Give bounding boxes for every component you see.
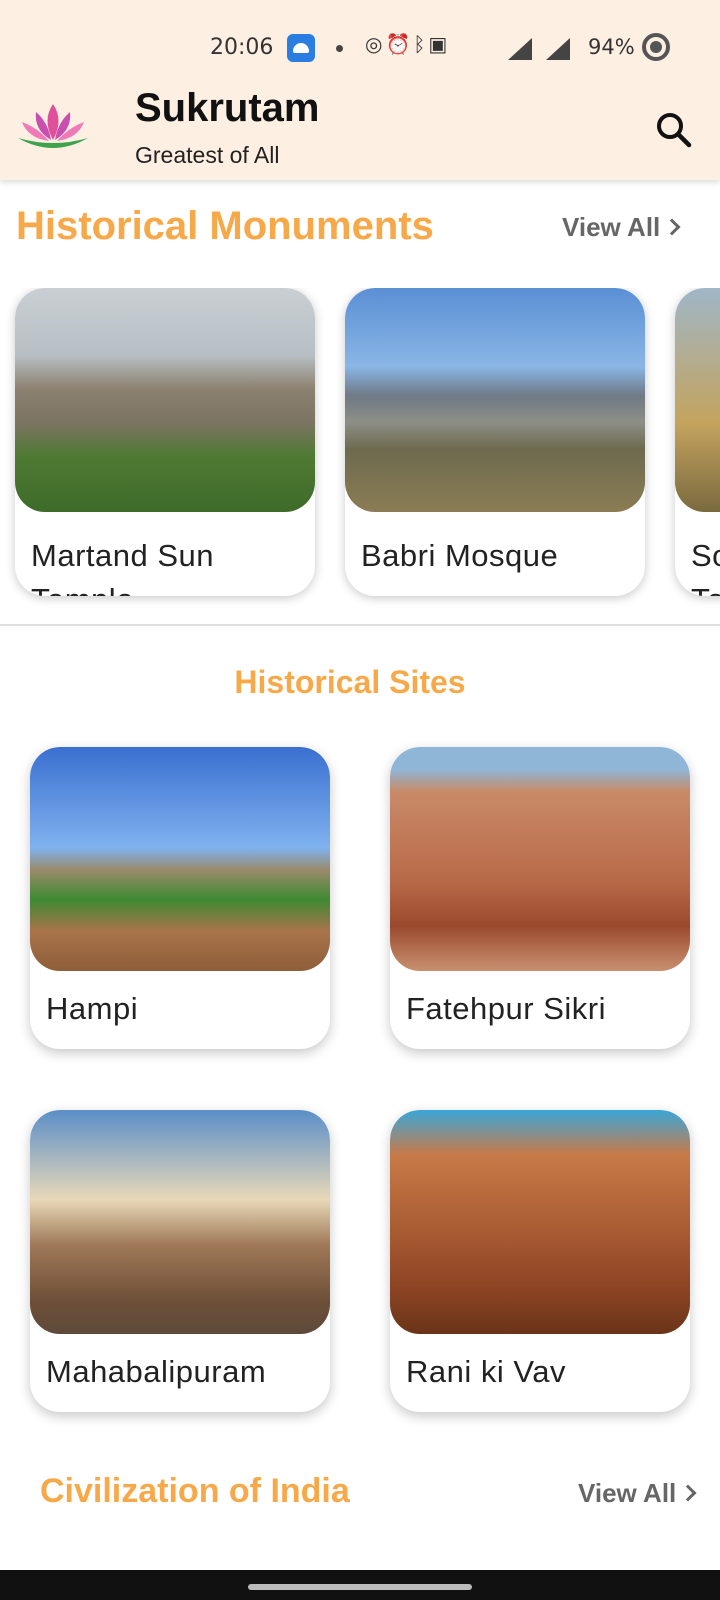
third-monument-photo xyxy=(675,288,720,512)
system-icons: ◎⏰ᛒ▣ xyxy=(365,32,450,56)
civilization-title: Civilization of India xyxy=(40,1472,350,1510)
alarm-icon: ⏰ xyxy=(385,32,414,56)
rani-ki-vav-photo xyxy=(390,1110,690,1334)
site-card[interactable]: Mahabalipuram xyxy=(30,1110,330,1412)
babri-mosque-photo xyxy=(345,288,645,512)
site-name: Fatehpur Sikri xyxy=(406,991,606,1026)
monuments-view-all-button[interactable]: View All xyxy=(562,212,681,243)
monument-card[interactable]: So Te xyxy=(675,288,720,596)
battery-icon xyxy=(642,33,670,61)
home-gesture-handle[interactable] xyxy=(248,1584,472,1590)
app-notification-icon xyxy=(287,34,315,62)
site-name: Mahabalipuram xyxy=(46,1354,267,1389)
site-card[interactable]: Hampi xyxy=(30,747,330,1049)
app-bar: Sukrutam Greatest of All xyxy=(0,80,720,180)
section-divider xyxy=(0,624,720,626)
site-card[interactable]: Fatehpur Sikri xyxy=(390,747,690,1049)
site-name: Hampi xyxy=(46,991,139,1026)
app-title: Sukrutam xyxy=(135,86,320,130)
monument-name: Martand Sun Temple xyxy=(31,538,214,596)
battery-percent: 94% xyxy=(588,35,635,59)
dot-icon xyxy=(336,45,343,52)
monuments-header: Historical Monuments View All xyxy=(0,200,720,260)
system-nav-bar xyxy=(0,1570,720,1600)
monument-card[interactable]: Babri Mosque xyxy=(345,288,645,596)
search-icon[interactable] xyxy=(652,108,696,152)
app-subtitle: Greatest of All xyxy=(135,142,280,168)
martand-sun-temple-photo xyxy=(15,288,315,512)
5g-signal-icon xyxy=(508,38,532,60)
sites-title: Historical Sites xyxy=(234,664,466,700)
top-bar: 20:06 ◎⏰ᛒ▣ 94% Sukrutam Greatest of All xyxy=(0,0,720,180)
monuments-carousel[interactable]: Martand Sun Temple Babri Mosque So Te xyxy=(0,288,720,610)
monument-card[interactable]: Martand Sun Temple xyxy=(15,288,315,596)
hotspot-icon: ◎ xyxy=(365,32,386,56)
signal-icon xyxy=(546,38,570,60)
monuments-title: Historical Monuments xyxy=(16,204,434,248)
fatehpur-sikri-photo xyxy=(390,747,690,971)
status-bar: 20:06 ◎⏰ᛒ▣ 94% xyxy=(0,30,720,66)
chevron-right-icon xyxy=(663,218,681,236)
chevron-right-icon xyxy=(679,1484,697,1502)
view-all-label: View All xyxy=(562,212,661,242)
monument-name: Babri Mosque xyxy=(361,538,559,573)
mahabalipuram-photo xyxy=(30,1110,330,1334)
hampi-photo xyxy=(30,747,330,971)
status-time: 20:06 xyxy=(210,35,274,60)
civilization-view-all-button[interactable]: View All xyxy=(578,1478,697,1509)
site-name: Rani ki Vav xyxy=(406,1354,566,1389)
site-card[interactable]: Rani ki Vav xyxy=(390,1110,690,1412)
view-all-label: View All xyxy=(578,1478,677,1508)
bluetooth-icon: ᛒ xyxy=(413,32,429,56)
monument-name: So Te xyxy=(691,538,720,596)
volte-icon: ▣ xyxy=(428,32,451,56)
lotus-logo xyxy=(18,104,88,148)
